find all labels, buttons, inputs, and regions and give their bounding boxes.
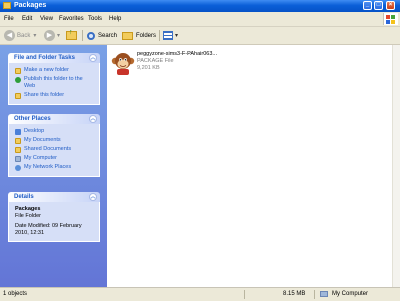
search-icon: [87, 31, 95, 40]
menu-view[interactable]: View: [40, 15, 53, 23]
menu-tools[interactable]: Tools: [88, 15, 102, 23]
share-folder-icon: [15, 92, 21, 99]
folders-button[interactable]: Folders: [122, 29, 156, 42]
share-folder-link[interactable]: Share this folder: [15, 92, 95, 99]
desktop-icon: [15, 128, 21, 135]
windows-logo-icon: [383, 13, 398, 25]
monkey-icon: [111, 53, 135, 75]
file-folder-tasks-panel: File and Folder Tasks ︽ Make a new folde…: [8, 53, 100, 105]
collapse-icon[interactable]: ︽: [89, 115, 97, 123]
place-my-documents[interactable]: My Documents: [15, 137, 95, 144]
place-my-computer[interactable]: My Computer: [15, 155, 95, 162]
details-panel: Details ︽ Packages File Folder Date Modi…: [8, 192, 100, 242]
panel-title: Details: [14, 194, 34, 200]
folders-label: Folders: [136, 32, 157, 39]
views-icon: [163, 31, 173, 40]
link-label: My Network Places: [24, 164, 72, 170]
back-arrow-icon: ◀: [4, 30, 15, 41]
folder-icon: [3, 2, 11, 9]
menu-favorites[interactable]: Favorites: [59, 15, 84, 23]
panel-header[interactable]: Details ︽: [8, 192, 100, 202]
other-places-panel: Other Places ︽ Desktop My Documents Shar…: [8, 114, 100, 177]
views-button[interactable]: ▾: [163, 29, 178, 42]
status-location: My Computer: [332, 291, 369, 297]
place-my-network-places[interactable]: My Network Places: [15, 164, 95, 171]
link-label: Desktop: [24, 128, 45, 134]
status-object-count: 1 objects: [3, 291, 28, 297]
task-pane: File and Folder Tasks ︽ Make a new folde…: [0, 45, 107, 287]
back-label: Back: [17, 32, 31, 39]
menu-bar: File Edit View Favorites Tools Help: [0, 12, 400, 27]
status-bar: 1 objects 8.15 MB My Computer: [0, 287, 400, 301]
panel-title: File and Folder Tasks: [14, 55, 75, 61]
collapse-icon[interactable]: ︽: [89, 193, 97, 201]
panel-title: Other Places: [14, 116, 51, 122]
place-shared-documents[interactable]: Shared Documents: [15, 146, 95, 153]
menu-help[interactable]: Help: [109, 15, 121, 23]
maximize-button[interactable]: □: [374, 1, 383, 10]
collapse-icon[interactable]: ︽: [89, 54, 97, 62]
chevron-down-icon: ▾: [57, 33, 61, 39]
window-title: Packages: [14, 2, 47, 9]
up-button[interactable]: ↑: [66, 29, 77, 42]
title-bar[interactable]: Packages _ □ ×: [0, 0, 400, 12]
link-label: Share this folder: [24, 92, 65, 98]
link-label: Make a new folder: [24, 67, 69, 73]
forward-button[interactable]: ▶ ▾: [44, 29, 60, 42]
explorer-window: Packages _ □ × File Edit View Favorites …: [0, 0, 400, 301]
content-area: File and Folder Tasks ︽ Make a new folde…: [0, 45, 400, 287]
link-label: My Computer: [24, 155, 58, 161]
search-button[interactable]: Search: [87, 29, 117, 42]
place-desktop[interactable]: Desktop: [15, 128, 95, 135]
shared-documents-icon: [15, 146, 21, 153]
details-date-modified: Date Modified: 09 February 2010, 12:31: [15, 223, 82, 236]
file-name: peggyzone-sims3-F-PAhair063...: [137, 51, 217, 57]
forward-arrow-icon: ▶: [44, 30, 55, 41]
my-documents-icon: [15, 137, 21, 144]
file-size: 9,201 KB: [137, 65, 160, 71]
make-new-folder-link[interactable]: Make a new folder: [15, 67, 95, 74]
link-label: Shared Documents: [24, 146, 72, 152]
link-label: Publish this folder to the Web: [24, 76, 83, 89]
file-type: PACKAGE File: [137, 58, 174, 64]
vertical-scrollbar[interactable]: [392, 45, 400, 287]
chevron-down-icon: ▾: [33, 33, 37, 39]
folders-icon: [122, 31, 133, 40]
search-label: Search: [98, 32, 118, 39]
folder-up-icon: ↑: [66, 29, 77, 40]
minimize-button[interactable]: _: [363, 1, 372, 10]
network-icon: [15, 164, 21, 171]
chevron-down-icon: ▾: [175, 33, 179, 39]
globe-icon: [15, 76, 21, 83]
menu-file[interactable]: File: [4, 15, 14, 23]
link-label: My Documents: [24, 137, 61, 143]
computer-icon: [320, 291, 328, 297]
close-button[interactable]: ×: [386, 1, 395, 10]
menu-edit[interactable]: Edit: [22, 15, 32, 23]
panel-header[interactable]: File and Folder Tasks ︽: [8, 53, 100, 63]
details-name: Packages: [15, 206, 41, 212]
new-folder-icon: [15, 67, 21, 74]
publish-folder-link[interactable]: Publish this folder to the Web: [15, 76, 95, 90]
toolbar: ◀ Back ▾ ▶ ▾ ↑ Search Folders ▾: [0, 27, 400, 45]
computer-icon: [15, 155, 21, 162]
file-item[interactable]: peggyzone-sims3-F-PAhair063... PACKAGE F…: [110, 49, 290, 83]
status-size: 8.15 MB: [283, 291, 306, 297]
back-button[interactable]: ◀ Back ▾: [4, 29, 36, 42]
details-type: File Folder: [15, 213, 41, 219]
panel-header[interactable]: Other Places ︽: [8, 114, 100, 124]
